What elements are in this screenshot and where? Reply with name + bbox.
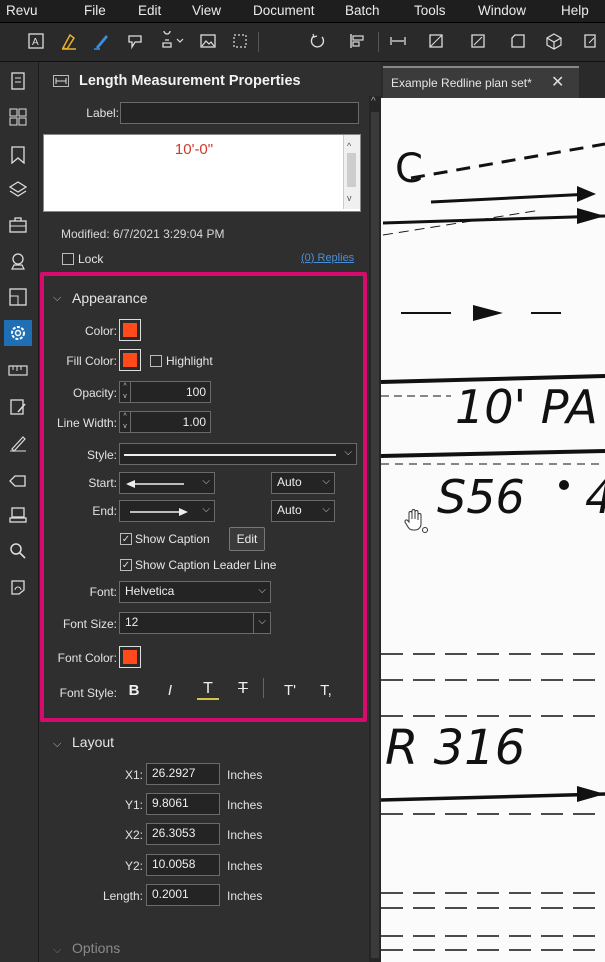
measure-length-icon	[53, 74, 69, 92]
toolbar: A	[0, 23, 605, 62]
x2-input[interactable]: 26.3053	[146, 823, 220, 845]
menu-file[interactable]: File	[84, 3, 106, 18]
y2-input[interactable]: 10.0058	[146, 854, 220, 876]
drawing-text-4: 4	[585, 470, 605, 524]
y1-unit: Inches	[227, 798, 263, 812]
menu-document[interactable]: Document	[253, 3, 315, 18]
drawing-text-10pa: 10' PA	[455, 380, 598, 434]
close-icon[interactable]: ✕	[551, 72, 564, 92]
crop-icon[interactable]	[228, 29, 252, 53]
appearance-highlight-frame	[40, 272, 367, 722]
measure-length-icon[interactable]	[386, 29, 410, 53]
options-section-title[interactable]: Options	[72, 940, 120, 956]
measure-area-icon[interactable]	[424, 29, 448, 53]
studio-icon[interactable]	[4, 502, 32, 528]
stamp-icon[interactable]	[160, 29, 184, 53]
forms-icon[interactable]	[4, 394, 32, 420]
lock-label: Lock	[78, 252, 104, 266]
menu-tools[interactable]: Tools	[414, 3, 446, 18]
menu-revu[interactable]: Revu	[6, 3, 38, 18]
length-label: Length:	[102, 889, 143, 903]
measure-polygon-icon[interactable]	[506, 29, 530, 53]
measure-perimeter-icon[interactable]	[466, 29, 490, 53]
panel-scrollbar[interactable]: ^	[369, 96, 381, 962]
content-textbox[interactable]: 10'-0" ^ v	[43, 134, 361, 212]
menu-window[interactable]: Window	[478, 3, 526, 18]
panel-title: Length Measurement Properties	[79, 73, 301, 89]
label-input[interactable]	[120, 102, 359, 124]
search-icon[interactable]	[4, 538, 32, 564]
pen-icon[interactable]	[90, 29, 114, 53]
label-label: Label:	[86, 106, 119, 120]
measure-count-icon[interactable]	[578, 29, 602, 53]
document-tab[interactable]: Example Redline plan set* ✕	[383, 66, 579, 100]
layout-section-title[interactable]: Layout	[72, 734, 114, 750]
highlighter-icon[interactable]	[58, 29, 82, 53]
svg-text:A: A	[32, 37, 39, 48]
y2-unit: Inches	[227, 859, 263, 873]
links-icon[interactable]	[4, 468, 32, 494]
x1-input[interactable]: 26.2927	[146, 763, 220, 785]
callout-icon[interactable]	[124, 29, 148, 53]
toolchest-icon[interactable]	[4, 212, 32, 238]
text-box-icon[interactable]: A	[24, 29, 48, 53]
content-text: 10'-0"	[174, 141, 214, 158]
document-tab-title: Example Redline plan set*	[391, 76, 532, 90]
x2-unit: Inches	[227, 828, 263, 842]
chevron-down-icon[interactable]: ⌵	[53, 738, 61, 751]
x1-label: X1:	[124, 768, 143, 782]
modified-text: Modified: 6/7/2021 3:29:04 PM	[61, 227, 225, 241]
lock-checkbox[interactable]	[62, 253, 74, 265]
menu-edit[interactable]: Edit	[138, 3, 161, 18]
y1-input[interactable]: 9.8061	[146, 793, 220, 815]
y1-label: Y1:	[124, 798, 143, 812]
chevron-down-icon[interactable]: ⌵	[53, 944, 61, 957]
x2-label: X2:	[124, 828, 143, 842]
document-canvas[interactable]: C 10' PA S56 4 R 316	[381, 98, 605, 962]
image-icon[interactable]	[196, 29, 220, 53]
menu-view[interactable]: View	[192, 3, 221, 18]
replies-link[interactable]: (0) Replies	[301, 252, 354, 264]
file-access-icon[interactable]	[4, 68, 32, 94]
drawing-text-r316: R 316	[385, 720, 526, 776]
spaces-icon[interactable]	[4, 284, 32, 310]
rotate-icon[interactable]	[306, 29, 330, 53]
y2-label: Y2:	[124, 859, 143, 873]
bookmarks-icon[interactable]	[4, 142, 32, 168]
signatures-icon[interactable]	[4, 430, 32, 456]
left-panel-strip	[0, 62, 39, 962]
drawing-text-s56: S56	[437, 470, 525, 524]
content-scrollbar[interactable]: ^ v	[343, 135, 360, 209]
length-unit: Inches	[227, 889, 263, 903]
layers-icon[interactable]	[4, 176, 32, 202]
align-icon[interactable]	[345, 29, 369, 53]
thumbnails-icon[interactable]	[4, 104, 32, 130]
measure-volume-icon[interactable]	[542, 29, 566, 53]
drawing-degree-dot	[559, 480, 569, 490]
menu-bar: Revu File Edit View Document Batch Tools…	[0, 0, 605, 23]
sets-icon[interactable]	[4, 574, 32, 600]
menu-help[interactable]: Help	[561, 3, 589, 18]
markups-icon[interactable]	[4, 248, 32, 274]
measurements-icon[interactable]	[4, 358, 32, 384]
x1-unit: Inches	[227, 768, 263, 782]
length-input[interactable]: 0.2001	[146, 884, 220, 906]
menu-batch[interactable]: Batch	[345, 3, 380, 18]
properties-icon[interactable]	[4, 320, 32, 346]
drawing-text-c: C	[395, 146, 423, 192]
